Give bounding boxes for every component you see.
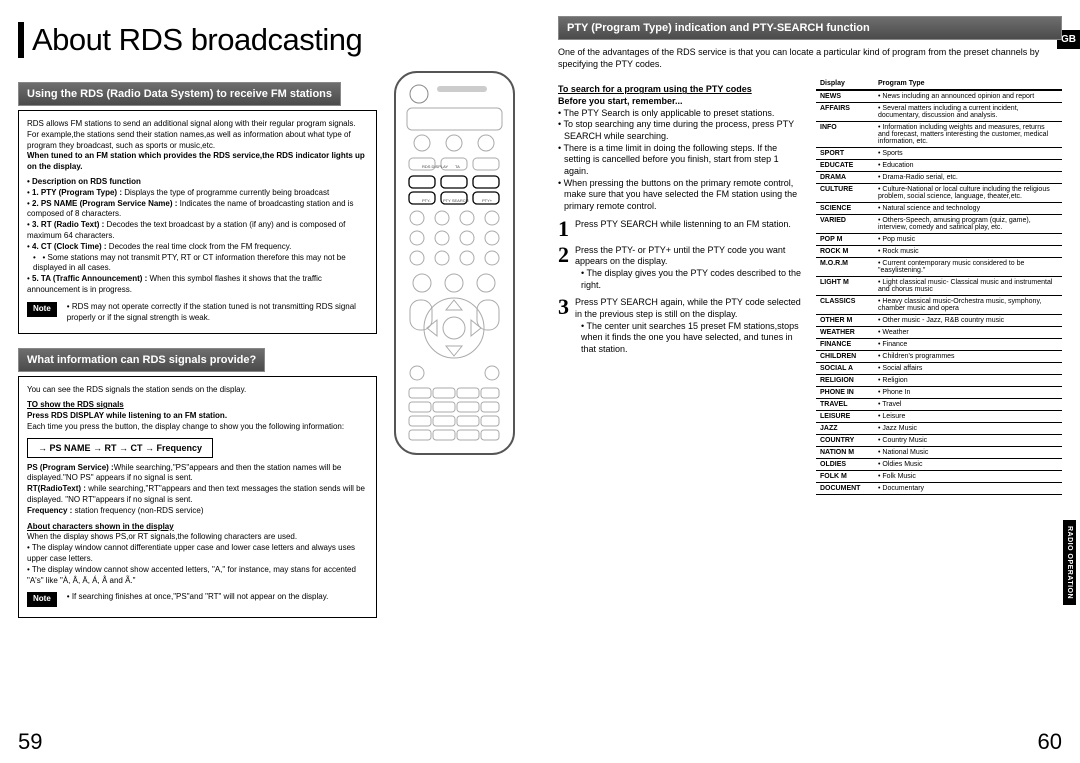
table-row: CHILDRENChildren's programmes	[816, 351, 1062, 363]
pty-step: 2 Press the PTY- or PTY+ until the PTY co…	[558, 245, 804, 292]
svg-text:RDS DISPLAY: RDS DISPLAY	[422, 164, 448, 169]
rds-description-box: RDS allows FM stations to send an additi…	[18, 110, 377, 334]
pty-steps-list: 1 Press PTY SEARCH while listenning to an…	[558, 219, 804, 356]
rds-desc-head: • Description on RDS function	[27, 177, 368, 188]
page-left: About RDS broadcasting Using the RDS (Ra…	[0, 0, 540, 763]
step-body: Press PTY SEARCH while listenning to an …	[575, 219, 804, 231]
info-note: • If searching finishes at once,"PS"and …	[67, 592, 329, 603]
table-row: TRAVELTravel	[816, 399, 1062, 411]
table-row: INFOInformation including weights and me…	[816, 122, 1062, 148]
table-row: SPORTSports	[816, 148, 1062, 160]
table-row: DRAMADrama-Radio serial, etc.	[816, 172, 1062, 184]
info-freq: Frequency : station frequency (non-RDS s…	[27, 506, 368, 517]
pty-bullet: • To stop searching any time during the …	[558, 119, 804, 142]
info-line3: When the display shows PS,or RT signals,…	[27, 532, 368, 543]
rds-boldline: When tuned to an FM station which provid…	[27, 151, 368, 173]
step-body: Press PTY SEARCH again, while the PTY co…	[575, 297, 804, 355]
rds-item-list: 1. PTY (Program Type) : Displays the typ…	[27, 188, 368, 296]
table-row: CULTURECulture-National or local culture…	[816, 184, 1062, 203]
pty-step: 3 Press PTY SEARCH again, while the PTY c…	[558, 297, 804, 355]
rds-item: • Some stations may not transmit PTY, RT…	[27, 253, 368, 275]
table-row: AFFAIRSSeveral matters including a curre…	[816, 103, 1062, 122]
svg-text:PTY+: PTY+	[482, 198, 493, 203]
info-line1: You can see the RDS signals the station …	[27, 385, 368, 396]
info-chars-head: About characters shown in the display	[27, 522, 368, 533]
pty-intro: One of the advantages of the RDS service…	[558, 46, 1062, 70]
pty-bullet: • There is a time limit in doing the fol…	[558, 143, 804, 178]
table-row: COUNTRYCountry Music	[816, 435, 1062, 447]
pty-step: 1 Press PTY SEARCH while listenning to an…	[558, 219, 804, 239]
pty-h2: Before you start, remember...	[558, 96, 804, 108]
table-row: FINANCEFinance	[816, 339, 1062, 351]
rds-item: 1. PTY (Program Type) : Displays the typ…	[27, 188, 368, 199]
info-bullets: The display window cannot differentiate …	[27, 543, 368, 586]
pty-bullet: • The PTY Search is only applicable to p…	[558, 108, 804, 120]
pty-codes-table: DisplayProgram Type NEWSNews including a…	[816, 78, 1062, 495]
rds-intro: RDS allows FM stations to send an additi…	[27, 119, 368, 151]
rds-item: 5. TA (Traffic Announcement) : When this…	[27, 274, 368, 296]
table-row: OLDIESOldies Music	[816, 459, 1062, 471]
table-row: FOLK MFolk Music	[816, 471, 1062, 483]
table-row: RELIGIONReligion	[816, 375, 1062, 387]
rds-item: 4. CT (Clock Time) : Decodes the real ti…	[27, 242, 368, 253]
step-number: 2	[558, 245, 569, 265]
table-row: DOCUMENTDocumentary	[816, 483, 1062, 495]
pty-h1: To search for a program using the PTY co…	[558, 84, 804, 96]
rds-info-box: You can see the RDS signals the station …	[18, 376, 377, 618]
page-right: PTY (Program Type) indication and PTY-SE…	[540, 0, 1080, 763]
page-number-right: 60	[1038, 729, 1062, 755]
svg-text:TA: TA	[455, 164, 460, 169]
pty-bullet: • When pressing the buttons on the prima…	[558, 178, 804, 213]
rds-note: • RDS may not operate correctly if the s…	[67, 302, 368, 324]
info-h1: TO show the RDS signals	[27, 400, 368, 411]
table-row: ROCK MRock music	[816, 246, 1062, 258]
table-row: JAZZJazz Music	[816, 423, 1062, 435]
table-row: POP MPop music	[816, 234, 1062, 246]
svg-text:PTY SEARCH: PTY SEARCH	[443, 198, 469, 203]
table-row: LIGHT MLight classical music- Classical …	[816, 277, 1062, 296]
table-row: NATION MNational Music	[816, 447, 1062, 459]
note-label: Note	[27, 592, 57, 607]
step-number: 1	[558, 219, 569, 239]
table-row: LEISURELeisure	[816, 411, 1062, 423]
rds-flow: → PS NAME → RT → CT → Frequency	[27, 438, 213, 458]
svg-text:PTY-: PTY-	[422, 198, 431, 203]
rds-item: 3. RT (Radio Text) : Decodes the text br…	[27, 220, 368, 242]
rds-item: 2. PS NAME (Program Service Name) : Indi…	[27, 199, 368, 221]
info-ps: PS (Program Service) :While searching,"P…	[27, 463, 368, 485]
table-row: WEATHERWeather	[816, 327, 1062, 339]
section-bar-info: What information can RDS signals provide…	[18, 348, 265, 372]
table-row: NEWSNews including an announced opinion …	[816, 90, 1062, 103]
note-label: Note	[27, 302, 57, 317]
table-row: EDUCATEEducation	[816, 160, 1062, 172]
section-bar-rds: Using the RDS (Radio Data System) to rec…	[18, 82, 341, 106]
table-row: VARIEDOthers-Speech, amusing program (qu…	[816, 215, 1062, 234]
page-title: About RDS broadcasting	[18, 22, 522, 58]
table-row: SOCIAL ASocial affairs	[816, 363, 1062, 375]
pty-pre-bullets: • The PTY Search is only applicable to p…	[558, 108, 804, 213]
info-rt: RT(RadioText) : while searching,"RT"appe…	[27, 484, 368, 506]
section-bar-pty: PTY (Program Type) indication and PTY-SE…	[558, 16, 1062, 40]
step-body: Press the PTY- or PTY+ until the PTY cod…	[575, 245, 804, 292]
table-row: PHONE INPhone In	[816, 387, 1062, 399]
info-line2: Each time you press the button, the disp…	[27, 422, 368, 433]
table-row: CLASSICSHeavy classical music-Orchestra …	[816, 296, 1062, 315]
manual-spread: About RDS broadcasting Using the RDS (Ra…	[0, 0, 1080, 763]
info-h2: Press RDS DISPLAY while listening to an …	[27, 411, 368, 422]
table-row: SCIENCENatural science and technology	[816, 203, 1062, 215]
table-row: M.O.R.MCurrent contemporary music consid…	[816, 258, 1062, 277]
table-row: OTHER MOther music - Jazz, R&B country m…	[816, 315, 1062, 327]
page-number-left: 59	[18, 729, 42, 755]
step-number: 3	[558, 297, 569, 317]
remote-control-illustration: RDS DISPLAY TA PTY- PTY SEARCH PTY+	[387, 68, 522, 458]
